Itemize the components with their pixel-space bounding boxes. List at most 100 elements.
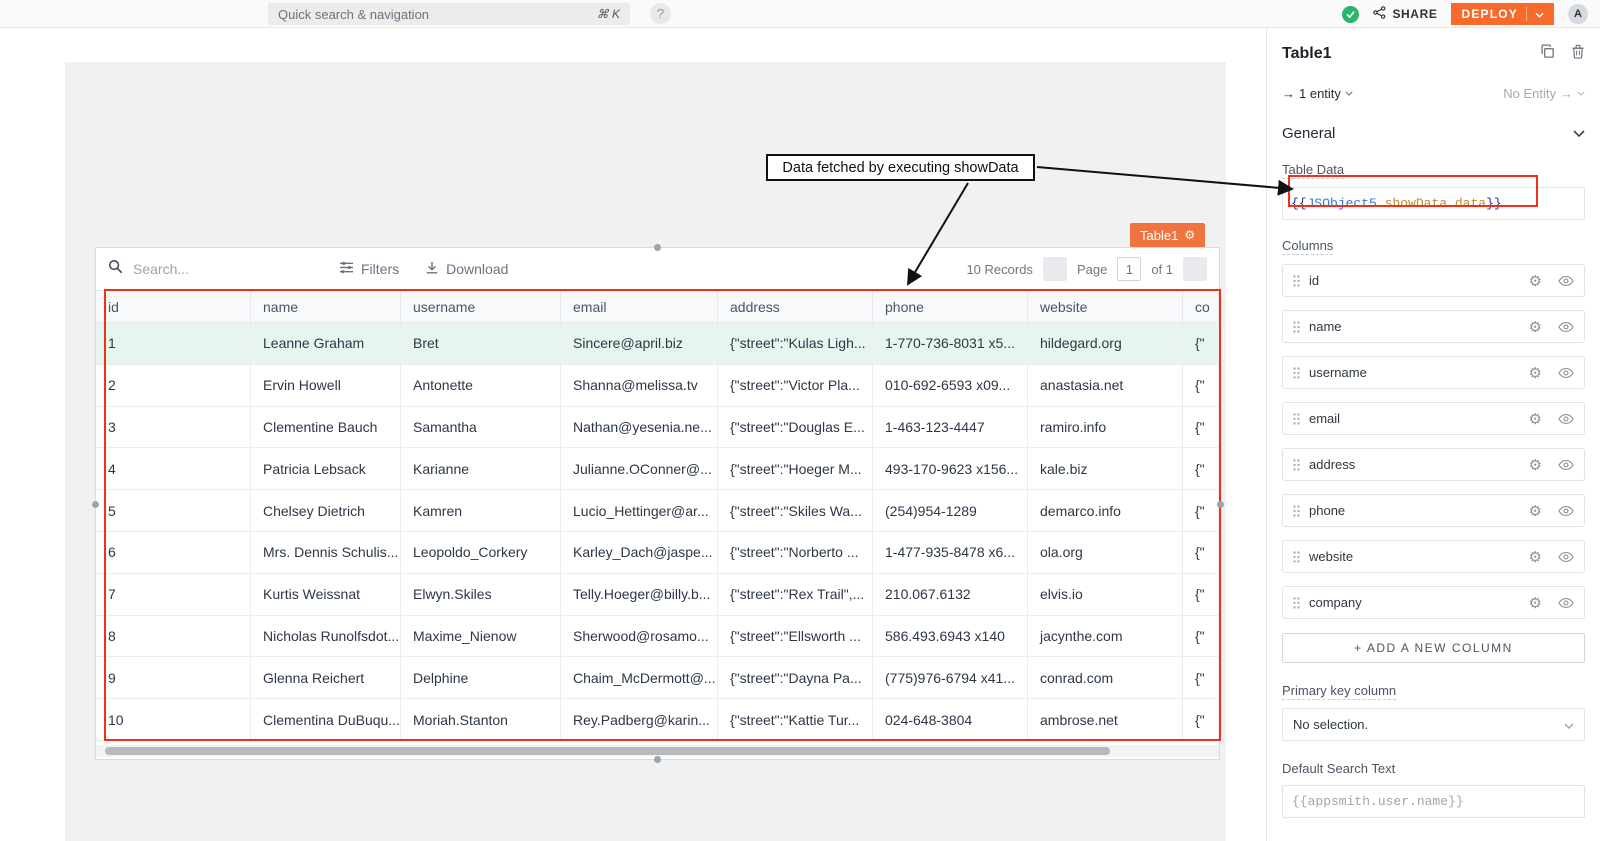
drag-handle-icon[interactable] xyxy=(1293,551,1300,563)
filters-button[interactable]: Filters xyxy=(339,261,399,277)
column-visibility-eye-icon[interactable] xyxy=(1558,505,1574,517)
table-row[interactable]: 7 Kurtis Weissnat Elwyn.Skiles Telly.Hoe… xyxy=(96,574,1219,616)
drag-handle-icon[interactable] xyxy=(1293,413,1300,425)
column-item-label: username xyxy=(1309,365,1367,380)
drag-handle-icon[interactable] xyxy=(1293,321,1300,333)
column-visibility-eye-icon[interactable] xyxy=(1558,275,1574,287)
table-cell: Bret xyxy=(401,323,561,364)
column-item-company[interactable]: company ⚙ xyxy=(1282,586,1585,619)
column-settings-gear-icon[interactable]: ⚙ xyxy=(1529,502,1542,520)
default-search-text-label: Default Search Text xyxy=(1282,761,1395,777)
table-widget[interactable]: Search... Filters Download 10 Records Pa… xyxy=(95,247,1220,760)
column-visibility-eye-icon[interactable] xyxy=(1558,367,1574,379)
table-cell: jacynthe.com xyxy=(1028,616,1183,657)
primary-key-dropdown[interactable]: No selection. xyxy=(1282,708,1585,741)
table-grid: id name username email address phone web… xyxy=(96,291,1219,741)
general-section-header[interactable]: General xyxy=(1282,125,1585,142)
delete-widget-icon[interactable] xyxy=(1571,44,1585,64)
drag-handle-icon[interactable] xyxy=(1293,367,1300,379)
column-visibility-eye-icon[interactable] xyxy=(1558,597,1574,609)
column-item-name[interactable]: name ⚙ xyxy=(1282,310,1585,343)
table-row[interactable]: 3 Clementine Bauch Samantha Nathan@yesen… xyxy=(96,407,1219,449)
column-header-username[interactable]: username xyxy=(401,291,561,322)
table-data-input[interactable]: {{JSObject5.showData.data}} xyxy=(1282,187,1585,220)
column-visibility-eye-icon[interactable] xyxy=(1558,551,1574,563)
column-header-address[interactable]: address xyxy=(718,291,873,322)
column-visibility-eye-icon[interactable] xyxy=(1558,413,1574,425)
pane-widget-title[interactable]: Table1 xyxy=(1282,45,1332,63)
table-cell: 1-463-123-4447 xyxy=(873,407,1028,448)
next-page-button[interactable] xyxy=(1183,257,1207,281)
resize-handle-bottom[interactable] xyxy=(654,756,661,763)
quick-search-input[interactable]: Quick search & navigation ⌘ K xyxy=(268,3,630,25)
column-settings-gear-icon[interactable]: ⚙ xyxy=(1529,318,1542,336)
column-settings-gear-icon[interactable]: ⚙ xyxy=(1529,594,1542,612)
chevron-down-icon xyxy=(1345,91,1353,96)
pane-header: Table1 xyxy=(1282,44,1585,64)
column-header-name[interactable]: name xyxy=(251,291,401,322)
column-item-id[interactable]: id ⚙ xyxy=(1282,264,1585,297)
horizontal-scrollbar-thumb[interactable] xyxy=(105,747,1110,755)
drag-handle-icon[interactable] xyxy=(1293,275,1300,287)
default-search-text-input[interactable]: {{appsmith.user.name}} xyxy=(1282,785,1585,818)
deploy-button[interactable]: DEPLOY xyxy=(1451,3,1554,25)
widget-settings-gear-icon[interactable]: ⚙ xyxy=(1184,228,1195,242)
prev-page-button[interactable] xyxy=(1043,257,1067,281)
table-cell: ramiro.info xyxy=(1028,407,1183,448)
column-settings-gear-icon[interactable]: ⚙ xyxy=(1529,548,1542,566)
download-icon xyxy=(425,261,439,278)
table-cell: 1-770-736-8031 x5... xyxy=(873,323,1028,364)
resize-handle-right[interactable] xyxy=(1217,501,1224,508)
column-settings-gear-icon[interactable]: ⚙ xyxy=(1529,410,1542,428)
table-row[interactable]: 1 Leanne Graham Bret Sincere@april.biz {… xyxy=(96,323,1219,365)
drag-handle-icon[interactable] xyxy=(1293,505,1300,517)
add-new-column-button[interactable]: + ADD A NEW COLUMN xyxy=(1282,633,1585,663)
copy-widget-icon[interactable] xyxy=(1540,44,1555,64)
table-row[interactable]: 2 Ervin Howell Antonette Shanna@melissa.… xyxy=(96,365,1219,407)
drag-handle-icon[interactable] xyxy=(1293,459,1300,471)
column-visibility-eye-icon[interactable] xyxy=(1558,321,1574,333)
column-header-company[interactable]: co xyxy=(1183,291,1219,322)
avatar[interactable]: A xyxy=(1568,4,1588,24)
arrow-right-icon: → xyxy=(1282,86,1295,101)
column-settings-gear-icon[interactable]: ⚙ xyxy=(1529,272,1542,290)
table-row[interactable]: 4 Patricia Lebsack Karianne Julianne.OCo… xyxy=(96,448,1219,490)
resize-handle-left[interactable] xyxy=(92,501,99,508)
download-button[interactable]: Download xyxy=(425,261,508,278)
column-item-email[interactable]: email ⚙ xyxy=(1282,402,1585,435)
column-header-email[interactable]: email xyxy=(561,291,718,322)
column-header-website[interactable]: website xyxy=(1028,291,1183,322)
drag-handle-icon[interactable] xyxy=(1293,597,1300,609)
column-settings-gear-icon[interactable]: ⚙ xyxy=(1529,456,1542,474)
page-number-input[interactable]: 1 xyxy=(1117,257,1141,281)
table-search-input[interactable]: Search... xyxy=(108,259,313,279)
incoming-entities-dropdown[interactable]: → 1 entity xyxy=(1282,86,1353,101)
column-visibility-eye-icon[interactable] xyxy=(1558,459,1574,471)
table-row[interactable]: 6 Mrs. Dennis Schulis... Leopoldo_Corker… xyxy=(96,532,1219,574)
page-of-label: of 1 xyxy=(1151,262,1173,277)
share-button[interactable]: SHARE xyxy=(1373,6,1437,22)
table-cell: Lucio_Hettinger@ar... xyxy=(561,490,718,531)
primary-key-value: No selection. xyxy=(1293,717,1368,732)
table-row[interactable]: 9 Glenna Reichert Delphine Chaim_McDermo… xyxy=(96,657,1219,699)
column-header-phone[interactable]: phone xyxy=(873,291,1028,322)
table-row[interactable]: 5 Chelsey Dietrich Kamren Lucio_Hettinge… xyxy=(96,490,1219,532)
help-icon[interactable]: ? xyxy=(650,3,671,24)
column-settings-gear-icon[interactable]: ⚙ xyxy=(1529,364,1542,382)
column-item-username[interactable]: username ⚙ xyxy=(1282,356,1585,389)
table-row[interactable]: 10 Clementina DuBuqu... Moriah.Stanton R… xyxy=(96,699,1219,741)
deploy-chevron-icon[interactable] xyxy=(1535,7,1544,21)
column-item-phone[interactable]: phone ⚙ xyxy=(1282,494,1585,527)
table-cell: demarco.info xyxy=(1028,490,1183,531)
outgoing-entities-dropdown[interactable]: No Entity → xyxy=(1503,86,1585,101)
column-item-address[interactable]: address ⚙ xyxy=(1282,448,1585,481)
column-item-website[interactable]: website ⚙ xyxy=(1282,540,1585,573)
table-cell: {" xyxy=(1183,448,1219,489)
column-header-id[interactable]: id xyxy=(96,291,251,322)
widget-name-badge[interactable]: Table1 ⚙ xyxy=(1130,223,1205,247)
resize-handle-top[interactable] xyxy=(654,244,661,251)
column-item-label: name xyxy=(1309,319,1342,334)
table-cell: Leanne Graham xyxy=(251,323,401,364)
table-row[interactable]: 8 Nicholas Runolfsdot... Maxime_Nienow S… xyxy=(96,616,1219,658)
deploy-divider xyxy=(1526,7,1527,21)
